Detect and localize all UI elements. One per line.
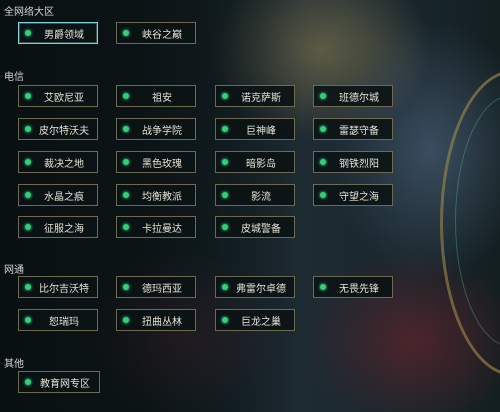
gem-icon [123,284,129,290]
gem-icon [25,126,31,132]
server-button[interactable]: 诺克萨斯 [215,85,295,107]
section-title-dianxin: 电信 [4,72,24,83]
server-button[interactable]: 扭曲丛林 [116,309,196,331]
gem-icon [25,379,31,385]
gem-icon [25,30,31,36]
server-button[interactable]: 皮尔特沃夫 [18,118,98,140]
gem-icon [320,192,326,198]
server-button[interactable]: 战争学院 [116,118,196,140]
gem-icon [320,159,326,165]
server-select-panel: 全网络大区 男爵领域 峡谷之巅 电信 艾欧尼亚 祖安 诺克萨斯 班德尔城 皮尔特… [0,0,500,412]
server-button[interactable]: 均衡教派 [116,184,196,206]
server-button-jiaoyuwang[interactable]: 教育网专区 [18,371,100,393]
server-button[interactable]: 无畏先锋 [313,276,393,298]
gem-icon [25,159,31,165]
server-button[interactable]: 祖安 [116,85,196,107]
gem-icon [25,93,31,99]
gem-icon [25,284,31,290]
server-button[interactable]: 艾欧尼亚 [18,85,98,107]
server-button[interactable]: 班德尔城 [313,85,393,107]
server-button[interactable]: 比尔吉沃特 [18,276,98,298]
server-button[interactable]: 恕瑞玛 [18,309,98,331]
server-button-nanjue[interactable]: 男爵领域 [18,22,98,44]
server-button[interactable]: 雷瑟守备 [313,118,393,140]
server-button[interactable]: 钢铁烈阳 [313,151,393,173]
gem-icon [25,317,31,323]
server-button[interactable]: 影流 [215,184,295,206]
gem-icon [320,126,326,132]
gem-icon [123,30,129,36]
server-button[interactable]: 水晶之痕 [18,184,98,206]
gem-icon [320,93,326,99]
gem-icon [123,224,129,230]
gem-icon [222,192,228,198]
server-button[interactable]: 皮城警备 [215,216,295,238]
gem-icon [222,126,228,132]
server-button[interactable]: 守望之海 [313,184,393,206]
gem-icon [222,93,228,99]
server-button[interactable]: 裁决之地 [18,151,98,173]
section-title-quanwang: 全网络大区 [4,7,54,18]
server-button[interactable]: 弗雷尔卓德 [215,276,295,298]
gem-icon [25,224,31,230]
gem-icon [123,192,129,198]
gem-icon [222,159,228,165]
gem-icon [222,224,228,230]
gem-icon [123,126,129,132]
server-button[interactable]: 征服之海 [18,216,98,238]
gem-icon [25,192,31,198]
gem-icon [222,317,228,323]
server-button[interactable]: 黑色玫瑰 [116,151,196,173]
section-title-qita: 其他 [4,359,24,370]
server-button[interactable]: 巨神峰 [215,118,295,140]
gem-icon [123,317,129,323]
gem-icon [222,284,228,290]
server-button[interactable]: 暗影岛 [215,151,295,173]
server-button[interactable]: 巨龙之巢 [215,309,295,331]
server-button-xiagu[interactable]: 峡谷之巅 [116,22,196,44]
gem-icon [123,93,129,99]
server-button[interactable]: 德玛西亚 [116,276,196,298]
gem-icon [320,284,326,290]
section-title-wangtong: 网通 [4,265,24,276]
server-button[interactable]: 卡拉曼达 [116,216,196,238]
gem-icon [123,159,129,165]
